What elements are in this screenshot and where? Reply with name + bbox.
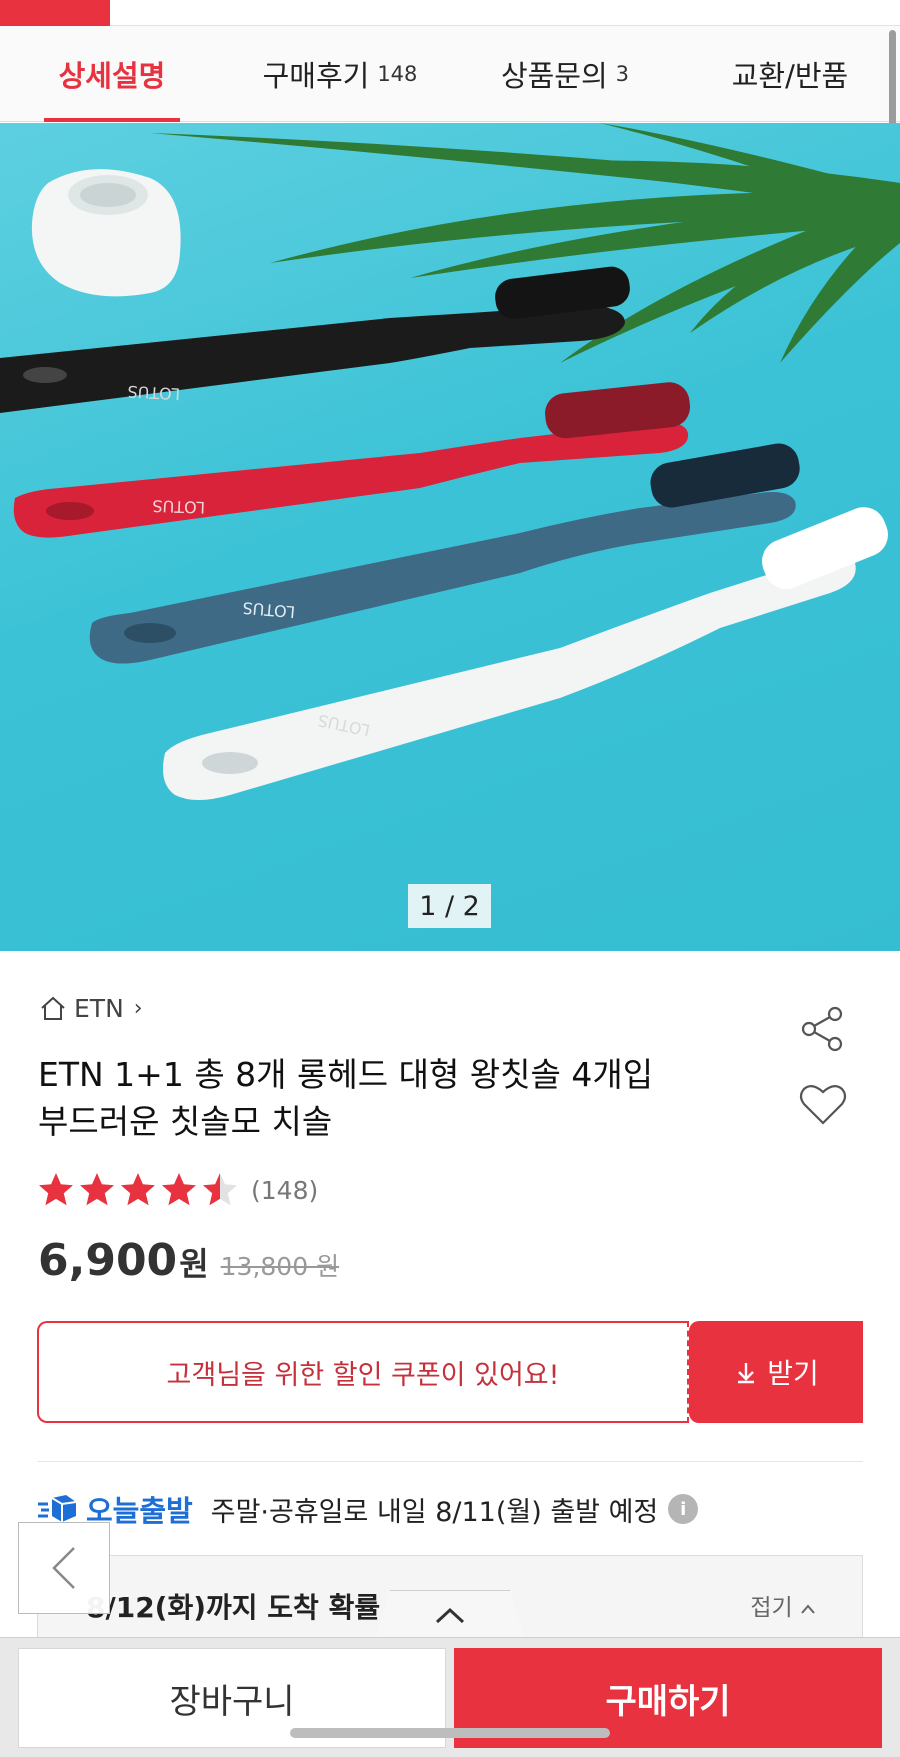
original-price: 13,800 원 <box>220 1252 340 1281</box>
download-icon <box>738 1363 755 1384</box>
chevron-up-icon <box>435 1607 465 1623</box>
product-photo: LOTUS LOTUS LOTUS LOTUS <box>0 123 900 800</box>
tab-exchange-return[interactable]: 교환/반품 <box>720 26 860 122</box>
coupon-download-button[interactable]: 받기 <box>689 1321 863 1423</box>
star-icon <box>39 1173 73 1206</box>
price-block: 6,900 원 13,800 원 <box>38 1235 339 1295</box>
brand-print-2: LOTUS <box>152 496 205 517</box>
review-count: (148) <box>251 1175 319 1205</box>
brand-accent-bar <box>0 0 110 26</box>
home-icon <box>41 996 65 1020</box>
tab-reviews[interactable]: 구매후기 148 <box>250 26 430 122</box>
gallery-page-indicator: 1 / 2 <box>408 884 491 928</box>
wishlist-button[interactable] <box>798 1081 848 1127</box>
shipping-text: 주말·공휴일로 내일 8/11(월) 출발 예정 <box>210 1496 659 1528</box>
tab-detail-label: 상세설명 <box>58 58 166 93</box>
tab-qna-label: 상품문의 <box>500 58 608 93</box>
back-button[interactable] <box>18 1522 110 1614</box>
sale-price: 6,900 <box>38 1235 178 1286</box>
coupon-banner[interactable]: 고객님을 위한 할인 쿠폰이 있어요! 받기 <box>37 1321 863 1423</box>
star-icon <box>80 1173 114 1206</box>
brand-print-1: LOTUS <box>127 382 181 404</box>
fold-label: 접기 <box>750 1595 793 1621</box>
heart-icon <box>799 1085 847 1125</box>
coupon-message: 고객님을 위한 할인 쿠폰이 있어요! <box>37 1321 689 1423</box>
section-divider <box>37 1461 863 1462</box>
product-title-line2: 부드러운 칫솔모 치솔 <box>38 1102 333 1141</box>
tab-detail[interactable]: 상세설명 <box>44 26 180 122</box>
tab-reviews-count: 148 <box>377 61 418 86</box>
product-tabs: 상세설명 구매후기 148 상품문의 3 교환/반품 <box>0 26 900 122</box>
arrival-text: 8/12(화)까지 도착 확률 <box>86 1591 381 1624</box>
toothbrush-red: LOTUS <box>13 382 691 538</box>
product-image-gallery[interactable]: LOTUS LOTUS LOTUS LOTUS <box>0 123 900 951</box>
fold-toggle[interactable]: 접기 <box>750 1588 816 1622</box>
star-icon <box>121 1173 155 1206</box>
product-rating[interactable]: (148) <box>36 1170 318 1210</box>
tab-reviews-label: 구매후기 <box>262 58 370 93</box>
chevron-up-icon <box>801 1604 815 1614</box>
share-icon <box>801 1006 843 1052</box>
tab-qna-count: 3 <box>615 61 630 86</box>
star-icon <box>203 1173 237 1206</box>
expand-panel-tab[interactable] <box>375 1590 525 1640</box>
info-icon[interactable]: i <box>668 1494 699 1524</box>
rating-stars <box>36 1170 241 1210</box>
bottom-action-bar: 장바구니 구매하기 <box>0 1637 900 1757</box>
chevron-right-icon: › <box>133 995 143 1021</box>
price-currency: 원 <box>179 1245 209 1283</box>
home-indicator[interactable] <box>290 1728 610 1738</box>
toothbrush-holder <box>31 169 181 297</box>
brand-name: ETN <box>74 993 124 1023</box>
tab-exchange-label: 교환/반품 <box>731 58 849 93</box>
coupon-button-label: 받기 <box>767 1357 819 1390</box>
chevron-left-icon <box>52 1547 75 1589</box>
product-title-line1: ETN 1+1 총 8개 롱헤드 대형 왕칫솔 4개입 <box>38 1055 654 1094</box>
product-title: ETN 1+1 총 8개 롱헤드 대형 왕칫솔 4개입 부드러운 칫솔모 치솔 <box>38 1051 718 1145</box>
shipping-info: 오늘출발 주말·공휴일로 내일 8/11(월) 출발 예정 i <box>38 1487 699 1531</box>
star-icon <box>162 1173 196 1206</box>
brand-store-link[interactable]: ETN › <box>38 990 143 1026</box>
share-button[interactable] <box>798 1004 848 1054</box>
tab-qna[interactable]: 상품문의 3 <box>490 26 640 122</box>
fast-delivery-icon <box>38 1495 77 1522</box>
status-strip <box>0 0 900 26</box>
